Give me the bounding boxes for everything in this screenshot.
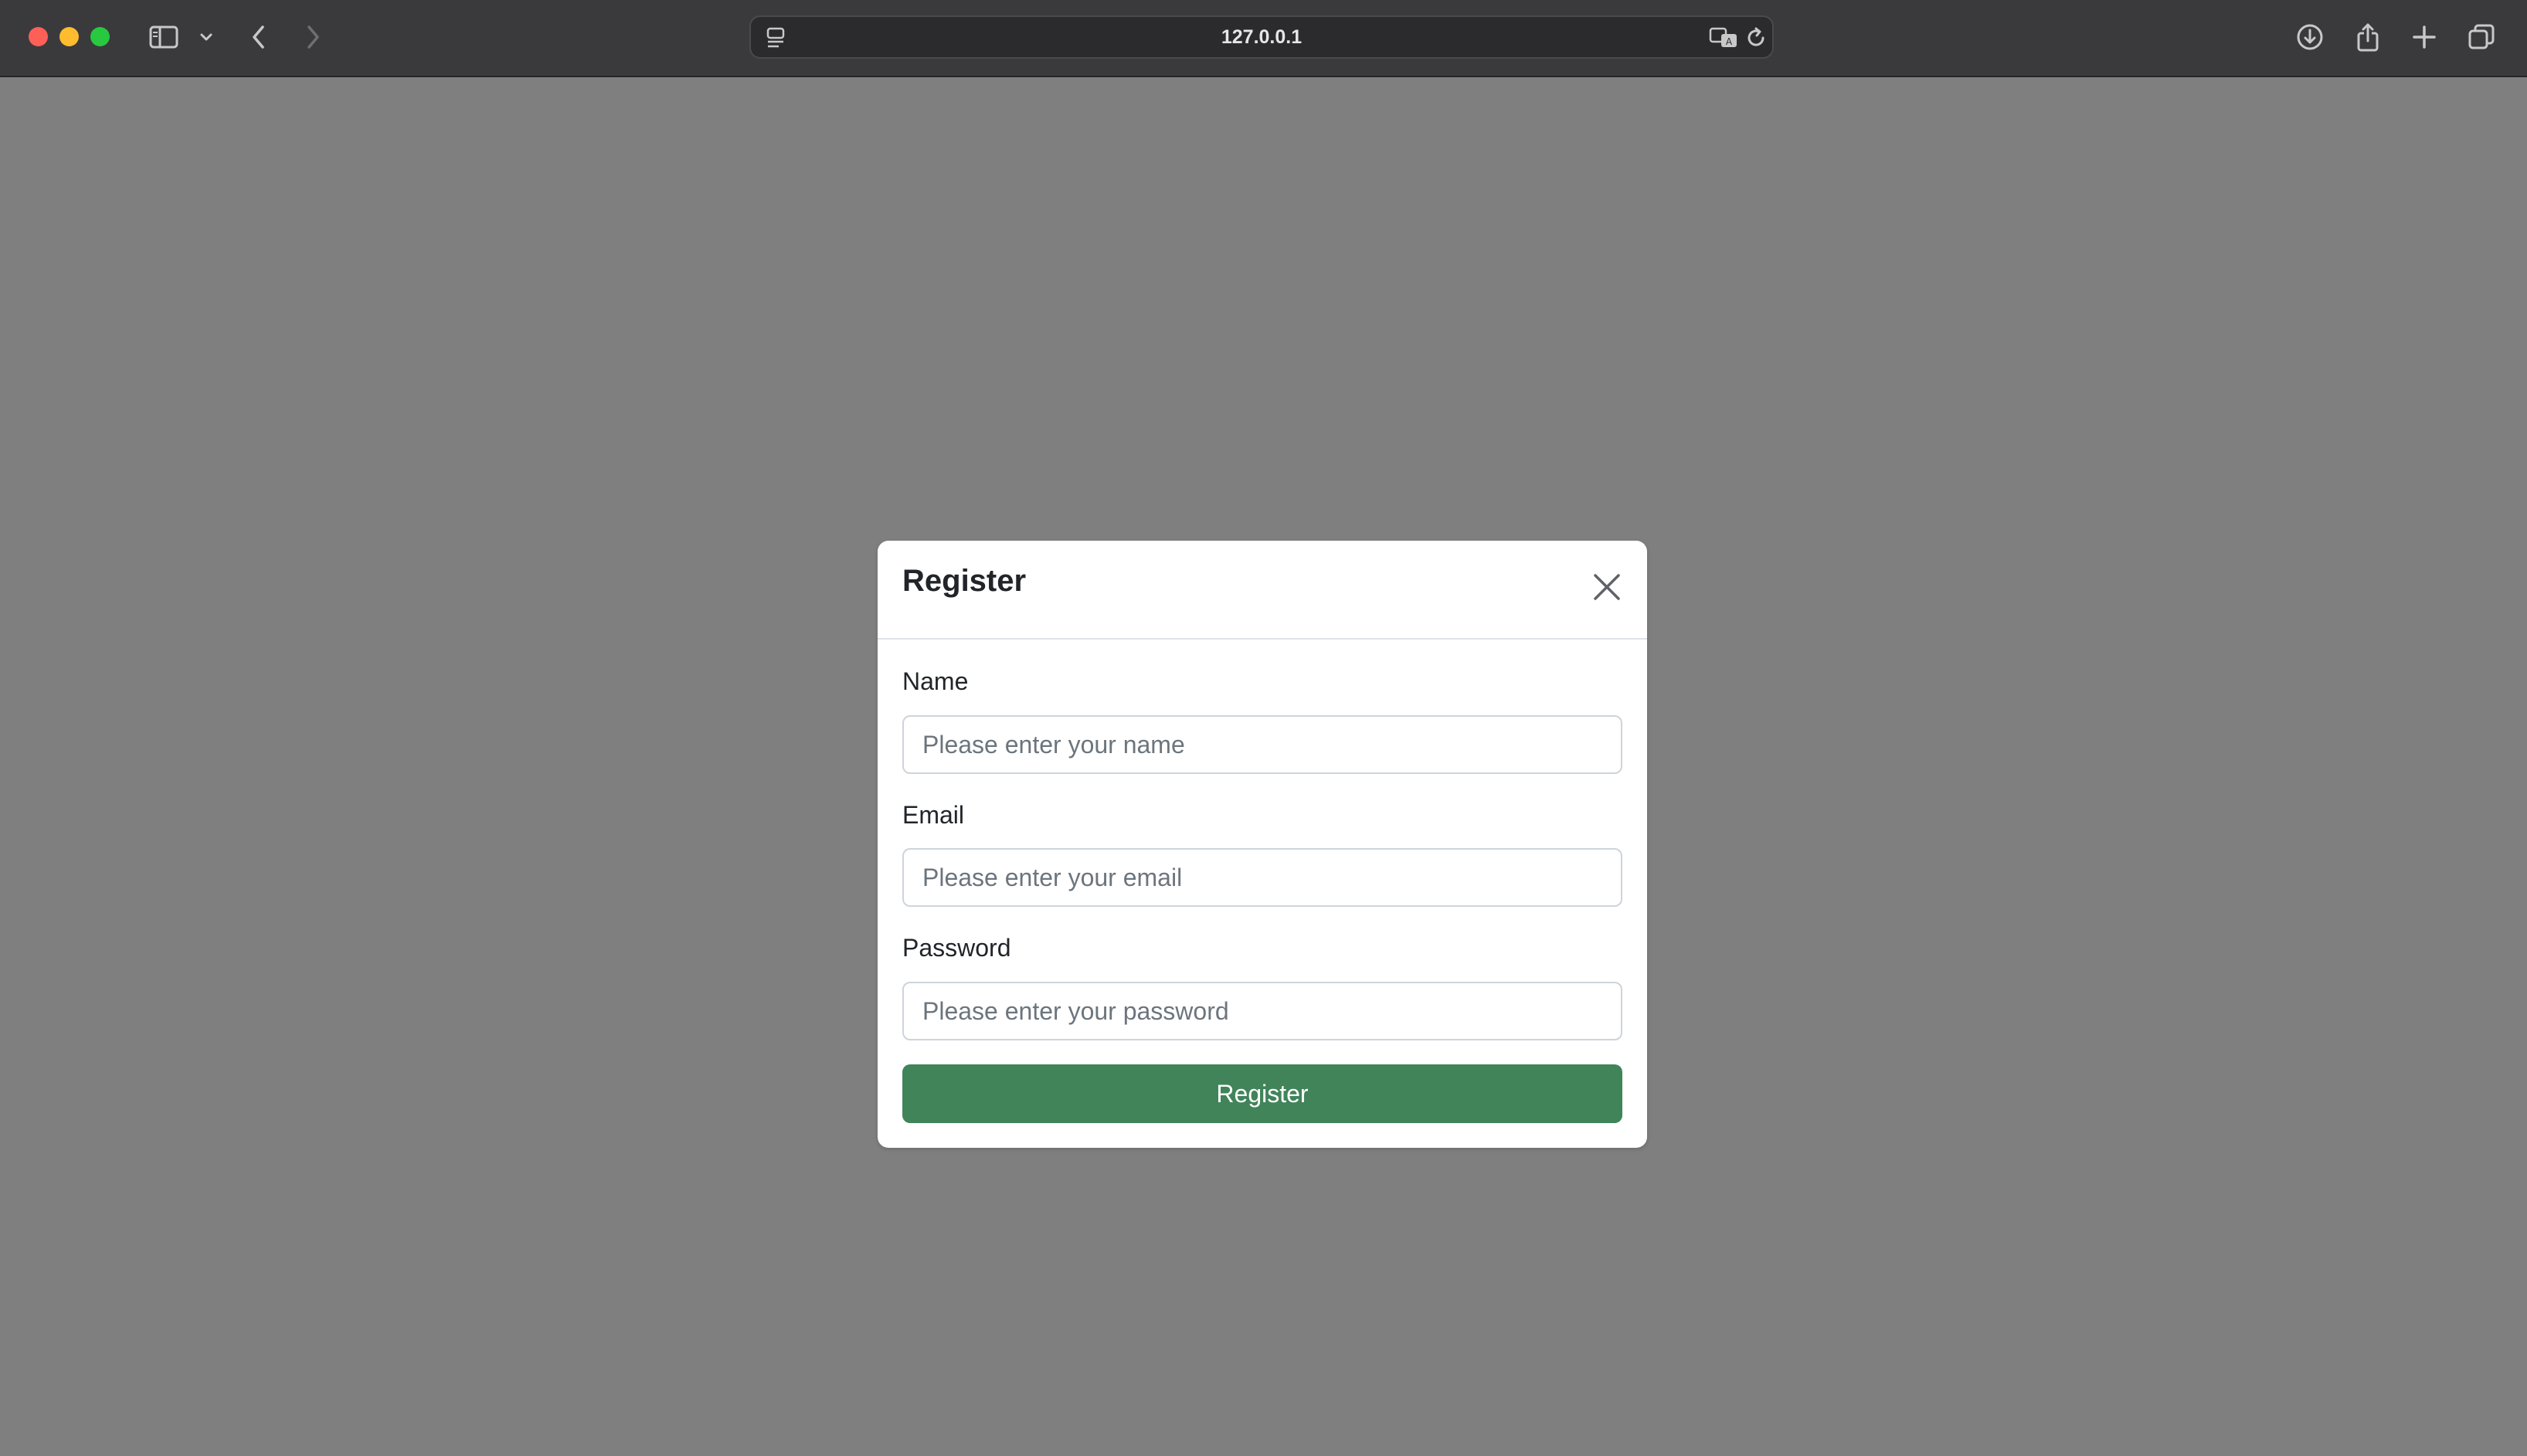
password-input[interactable] (902, 982, 1622, 1040)
email-input[interactable] (902, 848, 1622, 907)
browser-toolbar: 127.0.0.1 A (0, 0, 2527, 77)
forward-arrow-icon[interactable] (301, 17, 324, 57)
close-icon (1594, 574, 1620, 600)
tabs-icon[interactable] (2466, 17, 2497, 57)
translate-icon[interactable]: A (1709, 26, 1738, 53)
modal-header: Register (878, 541, 1647, 640)
register-button[interactable]: Register (902, 1064, 1622, 1123)
modal-backdrop[interactable]: Register Name Email Password Register (0, 77, 2527, 1456)
reload-icon[interactable] (1744, 26, 1768, 53)
window-minimize-button[interactable] (59, 27, 79, 46)
window-maximize-button[interactable] (90, 27, 110, 46)
plus-icon[interactable] (2409, 17, 2440, 57)
window-close-button[interactable] (29, 27, 48, 46)
address-bar[interactable]: 127.0.0.1 A (749, 15, 1774, 59)
sidebar-toggle-icon[interactable] (147, 17, 181, 57)
share-icon[interactable] (2352, 17, 2383, 57)
svg-text:A: A (1726, 36, 1733, 47)
password-label: Password (902, 934, 1011, 962)
register-modal: Register Name Email Password Register (878, 541, 1647, 1148)
modal-title: Register (902, 564, 1027, 598)
url-text: 127.0.0.1 (1221, 25, 1303, 48)
download-icon[interactable] (2294, 17, 2325, 57)
back-arrow-icon[interactable] (247, 17, 270, 57)
name-input[interactable] (902, 715, 1622, 774)
email-label: Email (902, 801, 965, 829)
chevron-down-icon[interactable] (198, 17, 215, 57)
close-button[interactable] (1588, 568, 1625, 606)
name-label: Name (902, 667, 969, 695)
